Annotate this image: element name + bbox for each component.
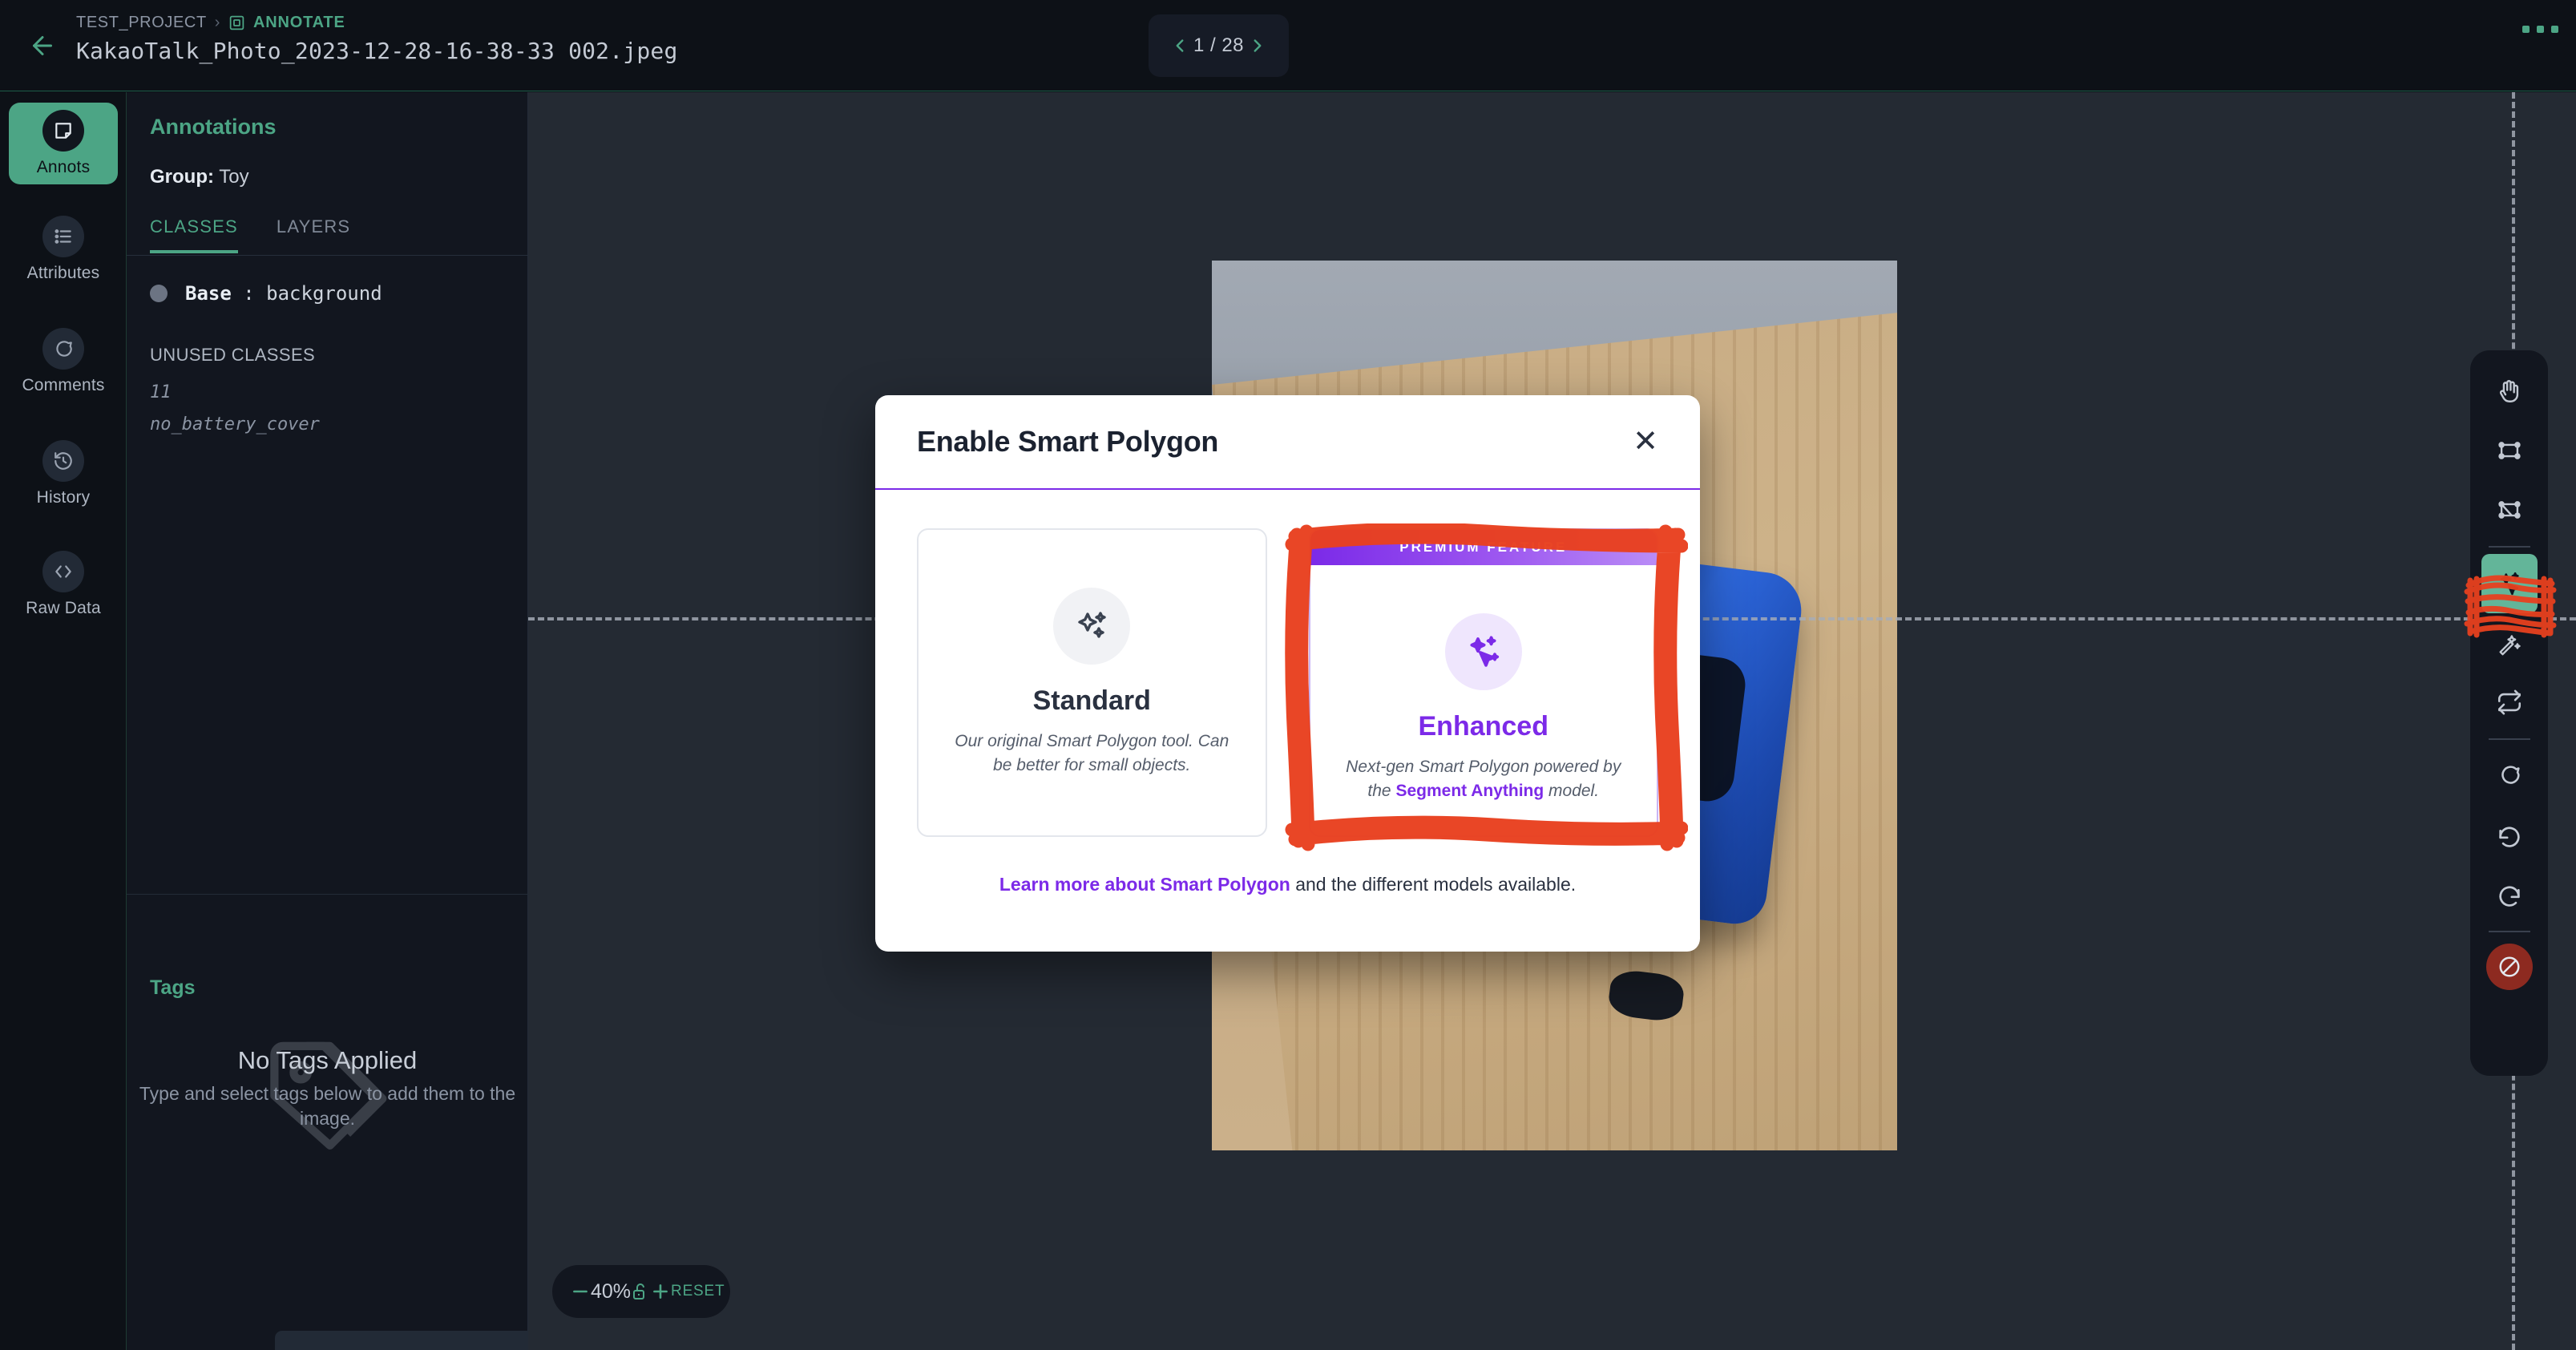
option-card-standard[interactable]: Standard Our original Smart Polygon tool… xyxy=(917,528,1267,837)
option-desc-highlight[interactable]: Segment Anything xyxy=(1395,782,1544,800)
premium-badge: PREMIUM FEATURE xyxy=(1310,530,1657,565)
option-name-standard: Standard xyxy=(1032,685,1151,716)
option-desc-suffix: model. xyxy=(1544,782,1600,801)
sparkles-cursor-icon xyxy=(1444,613,1522,690)
modal-overlay: Enable Smart Polygon ✕ Standard Our orig… xyxy=(0,0,2576,1350)
enable-smart-polygon-modal: Enable Smart Polygon ✕ Standard Our orig… xyxy=(875,395,1700,952)
option-name-enhanced: Enhanced xyxy=(1418,711,1548,742)
option-card-enhanced[interactable]: PREMIUM FEATURE Enhanced Next-gen Smart … xyxy=(1308,528,1658,837)
modal-footer-rest: and the different models available. xyxy=(1290,874,1577,895)
modal-title: Enable Smart Polygon xyxy=(917,425,1219,458)
modal-body: Standard Our original Smart Polygon tool… xyxy=(875,490,1700,837)
annotation-app: TEST_PROJECT › ANNOTATE KakaoTalk_Photo_… xyxy=(0,0,2576,1350)
option-desc-enhanced: Next-gen Smart Polygon powered by the Se… xyxy=(1339,755,1628,804)
sparkles-outline-icon xyxy=(1053,588,1131,665)
learn-more-link[interactable]: Learn more about Smart Polygon xyxy=(999,874,1290,895)
option-desc-standard: Our original Smart Polygon tool. Can be … xyxy=(955,732,1229,775)
close-icon[interactable]: ✕ xyxy=(1633,426,1658,457)
modal-header: Enable Smart Polygon ✕ xyxy=(875,395,1700,490)
modal-footer: Learn more about Smart Polygon and the d… xyxy=(875,837,1700,895)
